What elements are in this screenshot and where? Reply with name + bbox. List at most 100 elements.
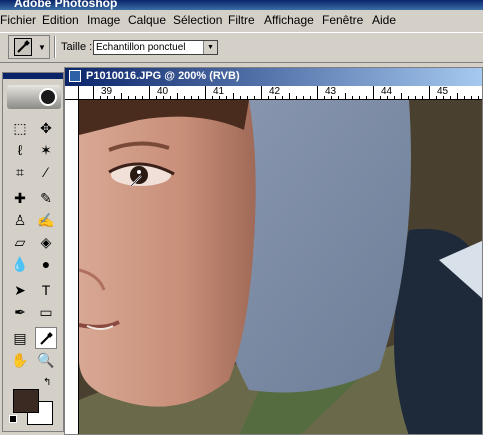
- ruler-tick: [436, 96, 437, 99]
- zoom-icon[interactable]: 🔍: [35, 349, 57, 371]
- foreground-color-swatch[interactable]: [13, 389, 39, 413]
- brush-icon[interactable]: ✎: [35, 187, 57, 209]
- marquee-icon[interactable]: ⬚: [9, 117, 31, 139]
- ruler-tick: [156, 96, 157, 99]
- horizontal-ruler[interactable]: 39 40 41 42 43 44 45: [79, 86, 482, 100]
- ruler-tick: [471, 96, 472, 99]
- ruler-tick: [324, 96, 325, 99]
- ruler-tick: [100, 96, 101, 99]
- ruler-tick: [366, 96, 367, 99]
- eye-logo-icon[interactable]: [7, 85, 61, 109]
- menu-edition[interactable]: Edition: [42, 13, 79, 27]
- ruler-tick: [184, 96, 185, 99]
- options-divider: [54, 36, 56, 58]
- slice-icon[interactable]: ⁄: [35, 161, 57, 183]
- sample-size-value: Echantillon ponctuel: [96, 42, 186, 53]
- app-title-bar: Adobe Photoshop: [0, 0, 483, 10]
- ruler-tick: [289, 93, 290, 99]
- ruler-tick: [401, 93, 402, 99]
- ruler-tick: [121, 93, 122, 99]
- ruler-tick: [198, 96, 199, 99]
- photo-child-in-hood: [79, 100, 482, 434]
- document-title-bar[interactable]: P1010016.JPG @ 200% (RVB): [65, 68, 482, 86]
- ruler-tick: [226, 96, 227, 99]
- app-title: Adobe Photoshop: [14, 0, 118, 10]
- type-icon[interactable]: T: [35, 279, 57, 301]
- ruler-tick: [303, 96, 304, 99]
- menu-selection[interactable]: Sélection: [173, 13, 222, 27]
- menu-image[interactable]: Image: [87, 13, 120, 27]
- eraser-icon[interactable]: ▱: [9, 231, 31, 253]
- paint-bucket-icon[interactable]: ◈: [35, 231, 57, 253]
- notes-icon[interactable]: ▤: [9, 327, 31, 349]
- photoshop-doc-icon: [69, 70, 81, 82]
- chevron-down-icon: ▼: [203, 41, 217, 54]
- document-window: P1010016.JPG @ 200% (RVB) 39 40 41 42 43…: [64, 67, 483, 435]
- ruler-tick: [380, 96, 381, 99]
- default-colors-icon[interactable]: [9, 415, 17, 423]
- ruler-tick: [142, 96, 143, 99]
- sample-size-label: Taille :: [61, 41, 93, 53]
- rectangle-icon[interactable]: ▭: [35, 301, 57, 323]
- hand-icon[interactable]: ✋: [9, 349, 31, 371]
- clone-stamp-icon[interactable]: ♙: [9, 209, 31, 231]
- ruler-tick: [219, 96, 220, 99]
- ruler-tick: [429, 86, 430, 99]
- ruler-origin[interactable]: [65, 86, 79, 100]
- ruler-tick: [338, 96, 339, 99]
- ruler-tick: [240, 96, 241, 99]
- ruler-tick: [282, 96, 283, 99]
- ruler-tick: [233, 93, 234, 99]
- ruler-tick: [191, 96, 192, 99]
- menu-bar: Fichier Edition Image Calque Sélection F…: [0, 10, 483, 32]
- ruler-tick: [254, 96, 255, 99]
- ruler-tick: [450, 96, 451, 99]
- path-selection-icon[interactable]: ➤: [9, 279, 31, 301]
- ruler-tick: [170, 96, 171, 99]
- ruler-tick: [93, 86, 94, 99]
- sample-size-select[interactable]: Echantillon ponctuel ▼: [93, 40, 218, 55]
- menu-calque[interactable]: Calque: [128, 13, 166, 27]
- ruler-tick: [317, 86, 318, 99]
- document-title: P1010016.JPG @ 200% (RVB): [86, 70, 240, 82]
- ruler-tick: [149, 86, 150, 99]
- menu-affichage[interactable]: Affichage: [264, 13, 314, 27]
- menu-filtre[interactable]: Filtre: [228, 13, 255, 27]
- history-brush-icon[interactable]: ✍: [35, 209, 57, 231]
- lasso-icon[interactable]: ℓ: [9, 139, 31, 161]
- menu-fichier[interactable]: Fichier: [0, 13, 36, 27]
- options-bar: ▼ Taille : Echantillon ponctuel ▼: [0, 32, 483, 63]
- eyedropper-icon: [40, 332, 53, 345]
- move-icon[interactable]: ✥: [35, 117, 57, 139]
- eyedropper-tool[interactable]: [35, 327, 57, 349]
- pen-icon[interactable]: ✒: [9, 301, 31, 323]
- healing-brush-icon[interactable]: ✚: [9, 187, 31, 209]
- ruler-tick: [310, 96, 311, 99]
- ruler-tick: [163, 96, 164, 99]
- ruler-tick: [128, 96, 129, 99]
- image-canvas[interactable]: [79, 100, 482, 434]
- ruler-tick: [268, 96, 269, 99]
- ruler-tick: [478, 96, 479, 99]
- magic-wand-icon[interactable]: ✶: [35, 139, 57, 161]
- ruler-tick: [394, 96, 395, 99]
- blur-icon[interactable]: 💧: [9, 253, 31, 275]
- ruler-tick: [114, 96, 115, 99]
- menu-fenetre[interactable]: Fenêtre: [322, 13, 363, 27]
- crop-icon[interactable]: ⌗: [9, 161, 31, 183]
- toolbox: ⬚ ✥ ℓ ✶ ⌗ ⁄ ✚ ✎ ♙ ✍ ▱ ◈ 💧 ● ➤ T ✒ ▭ ▤ ✋ …: [2, 72, 64, 432]
- menu-aide[interactable]: Aide: [372, 13, 396, 27]
- swap-colors-icon[interactable]: ↰: [43, 377, 51, 388]
- ruler-tick: [373, 86, 374, 99]
- toolbox-title-bar[interactable]: [3, 73, 63, 79]
- tool-preset-picker[interactable]: ▼: [8, 35, 50, 59]
- dodge-icon[interactable]: ●: [35, 253, 57, 275]
- eyedropper-icon: [14, 38, 32, 56]
- vertical-ruler[interactable]: [65, 100, 79, 434]
- ruler-tick: [415, 96, 416, 99]
- ruler-tick: [135, 96, 136, 99]
- chevron-down-icon: ▼: [38, 43, 46, 52]
- ruler-tick: [359, 96, 360, 99]
- ruler-tick: [107, 96, 108, 99]
- ruler-tick: [408, 96, 409, 99]
